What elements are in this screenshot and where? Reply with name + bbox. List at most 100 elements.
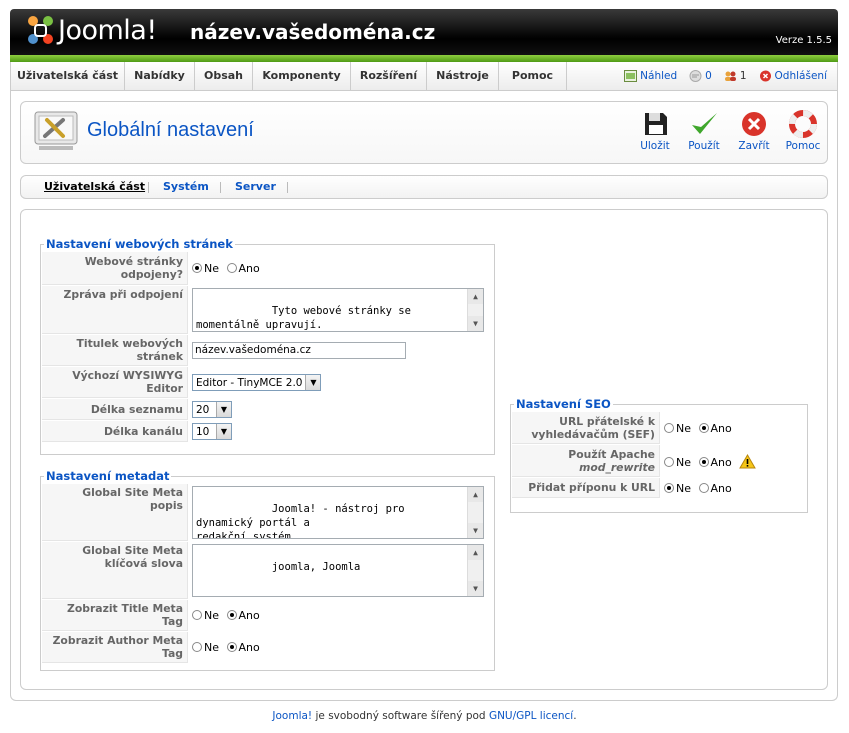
metadata-legend: Nastavení metadat <box>46 469 170 483</box>
site-settings-fieldset: Nastavení webových stránek Webové stránk… <box>40 237 495 455</box>
scrollbar[interactable]: ▲ ▼ <box>467 545 483 596</box>
footer: Joomla! je svobodný software šířený pod … <box>272 710 577 722</box>
scroll-up-icon[interactable]: ▲ <box>468 545 483 560</box>
offline-message-label: Zpráva při odpojení <box>42 286 188 334</box>
meta-keywords-label: Global Site Meta klíčová slova <box>42 542 188 599</box>
offline-options: Ne Ano <box>189 252 493 285</box>
offline-no-radio[interactable] <box>192 263 202 273</box>
tab-site[interactable]: Uživatelská část <box>44 176 145 198</box>
apply-button[interactable]: Použít <box>682 110 726 152</box>
show-author-yes-radio[interactable] <box>226 642 237 652</box>
meta-desc-textarea[interactable]: Joomla! - nástroj pro dynamický portál a… <box>192 486 484 539</box>
users-status: 1 <box>724 62 747 90</box>
tab-separator <box>287 182 288 193</box>
table-row: Zobrazit Title Meta Tag Ne Ano <box>42 600 493 631</box>
version-label: Verze 1.5.5 <box>775 35 832 46</box>
show-title-yes-radio[interactable] <box>226 610 237 620</box>
sef-label: URL přátelské k vyhledávačům (SEF) <box>512 412 660 444</box>
chevron-down-icon: ▼ <box>216 424 231 439</box>
offline-label: Webové stránky odpojeny? <box>42 252 188 285</box>
show-author-label: Zobrazit Author Meta Tag <box>42 632 188 663</box>
metadata-fieldset: Nastavení metadat Global Site Meta popis… <box>40 469 495 671</box>
site-name: název.vašedoména.cz <box>190 20 436 44</box>
scroll-up-icon[interactable]: ▲ <box>468 487 483 502</box>
save-icon <box>645 113 667 135</box>
close-icon <box>742 112 766 136</box>
metadata-table: Global Site Meta popis Joomla! - nástroj… <box>41 483 494 664</box>
tab-system[interactable]: Systém <box>163 176 209 198</box>
messages-status[interactable]: 0 <box>689 62 712 90</box>
help-button[interactable]: Pomoc <box>781 110 825 152</box>
license-link[interactable]: GNU/GPL licencí <box>489 710 573 722</box>
suffix-label: Přidat příponu k URL <box>512 478 660 498</box>
menu-item-content[interactable]: Obsah <box>195 62 253 90</box>
preview-icon <box>624 70 638 82</box>
logout-link[interactable]: Odhlášení <box>759 62 827 90</box>
table-row: Titulek webových stránek název.vašedomén… <box>42 335 493 366</box>
table-row: Přidat příponu k URL Ne Ano <box>512 478 806 498</box>
message-icon <box>689 70 702 82</box>
warning-icon[interactable] <box>739 453 757 469</box>
scrollbar[interactable]: ▲ ▼ <box>467 487 483 538</box>
table-row: Zobrazit Author Meta Tag Ne Ano <box>42 632 493 663</box>
rewrite-label: Použít Apache mod_rewrite <box>512 445 660 477</box>
scroll-down-icon[interactable]: ▼ <box>468 316 483 331</box>
seo-legend: Nastavení SEO <box>516 397 611 411</box>
preview-link[interactable]: Náhled <box>624 62 677 90</box>
scrollbar[interactable]: ▲ ▼ <box>467 289 483 331</box>
sef-yes-radio[interactable] <box>698 422 709 433</box>
scroll-down-icon[interactable]: ▼ <box>468 523 483 538</box>
feed-length-label: Délka kanálu <box>42 421 188 442</box>
rewrite-yes-radio[interactable] <box>698 456 709 467</box>
site-settings-legend: Nastavení webových stránek <box>46 237 233 251</box>
sef-no-radio[interactable] <box>664 422 674 433</box>
list-length-label: Délka seznamu <box>42 399 188 420</box>
menu-item-components[interactable]: Komponenty <box>253 62 351 90</box>
meta-desc-label: Global Site Meta popis <box>42 484 188 541</box>
suffix-yes-radio[interactable] <box>698 482 709 493</box>
meta-keywords-textarea[interactable]: joomla, Joomla ▲ ▼ <box>192 544 484 597</box>
logo-text: Joomla! <box>58 15 157 46</box>
chevron-down-icon: ▼ <box>216 402 231 417</box>
logout-icon <box>759 70 771 82</box>
header-bar: Joomla! název.vašedoména.cz Verze 1.5.5 <box>10 9 838 55</box>
table-row: Délka seznamu 20 ▼ <box>42 399 493 420</box>
tab-server[interactable]: Server <box>235 176 276 198</box>
table-row: Webové stránky odpojeny? Ne Ano <box>42 252 493 285</box>
scroll-down-icon[interactable]: ▼ <box>468 581 483 596</box>
suffix-no-radio[interactable] <box>664 482 674 493</box>
table-row: Zpráva při odpojení Tyto webové stránky … <box>42 286 493 334</box>
menu-item-extensions[interactable]: Rozšíření <box>351 62 427 90</box>
show-title-label: Zobrazit Title Meta Tag <box>42 600 188 631</box>
lifebuoy-icon <box>789 110 817 138</box>
table-row: URL přátelské k vyhledávačům (SEF) Ne An… <box>512 412 806 444</box>
header-stripe <box>10 55 838 62</box>
save-button[interactable]: Uložit <box>633 110 677 152</box>
content-panel: Nastavení webových stránek Webové stránk… <box>20 209 828 690</box>
show-author-no-radio[interactable] <box>192 642 202 652</box>
site-name-input[interactable]: název.vašedoména.cz <box>192 342 406 359</box>
menu-item-menus[interactable]: Nabídky <box>125 62 195 90</box>
joomla-link[interactable]: Joomla! <box>272 710 312 722</box>
site-name-label: Titulek webových stránek <box>42 335 188 366</box>
chevron-down-icon: ▼ <box>305 375 321 390</box>
table-row: Délka kanálu 10 ▼ <box>42 421 493 442</box>
scroll-up-icon[interactable]: ▲ <box>468 289 483 304</box>
rewrite-no-radio[interactable] <box>664 456 674 467</box>
tab-separator <box>220 182 221 193</box>
menu-item-frontend[interactable]: Uživatelská část <box>11 62 125 90</box>
offline-yes-radio[interactable] <box>226 263 237 273</box>
close-button[interactable]: Zavřít <box>732 110 776 152</box>
show-title-no-radio[interactable] <box>192 610 202 620</box>
menu-item-tools[interactable]: Nástroje <box>427 62 499 90</box>
seo-fieldset: Nastavení SEO URL přátelské k vyhledávač… <box>510 397 808 513</box>
site-settings-table: Webové stránky odpojeny? Ne Ano Zpráva p… <box>41 251 494 443</box>
menu-item-help[interactable]: Pomoc <box>499 62 567 90</box>
status-area: Náhled 0 1 Odhlášení <box>624 62 827 90</box>
offline-message-textarea[interactable]: Tyto webové stránky se momentálně upravu… <box>192 288 484 332</box>
tab-separator <box>148 182 149 193</box>
list-length-select[interactable]: 20 ▼ <box>192 401 232 418</box>
feed-length-select[interactable]: 10 ▼ <box>192 423 232 440</box>
table-row: Global Site Meta klíčová slova joomla, J… <box>42 542 493 599</box>
editor-select[interactable]: Editor - TinyMCE 2.0 ▼ <box>192 374 322 391</box>
